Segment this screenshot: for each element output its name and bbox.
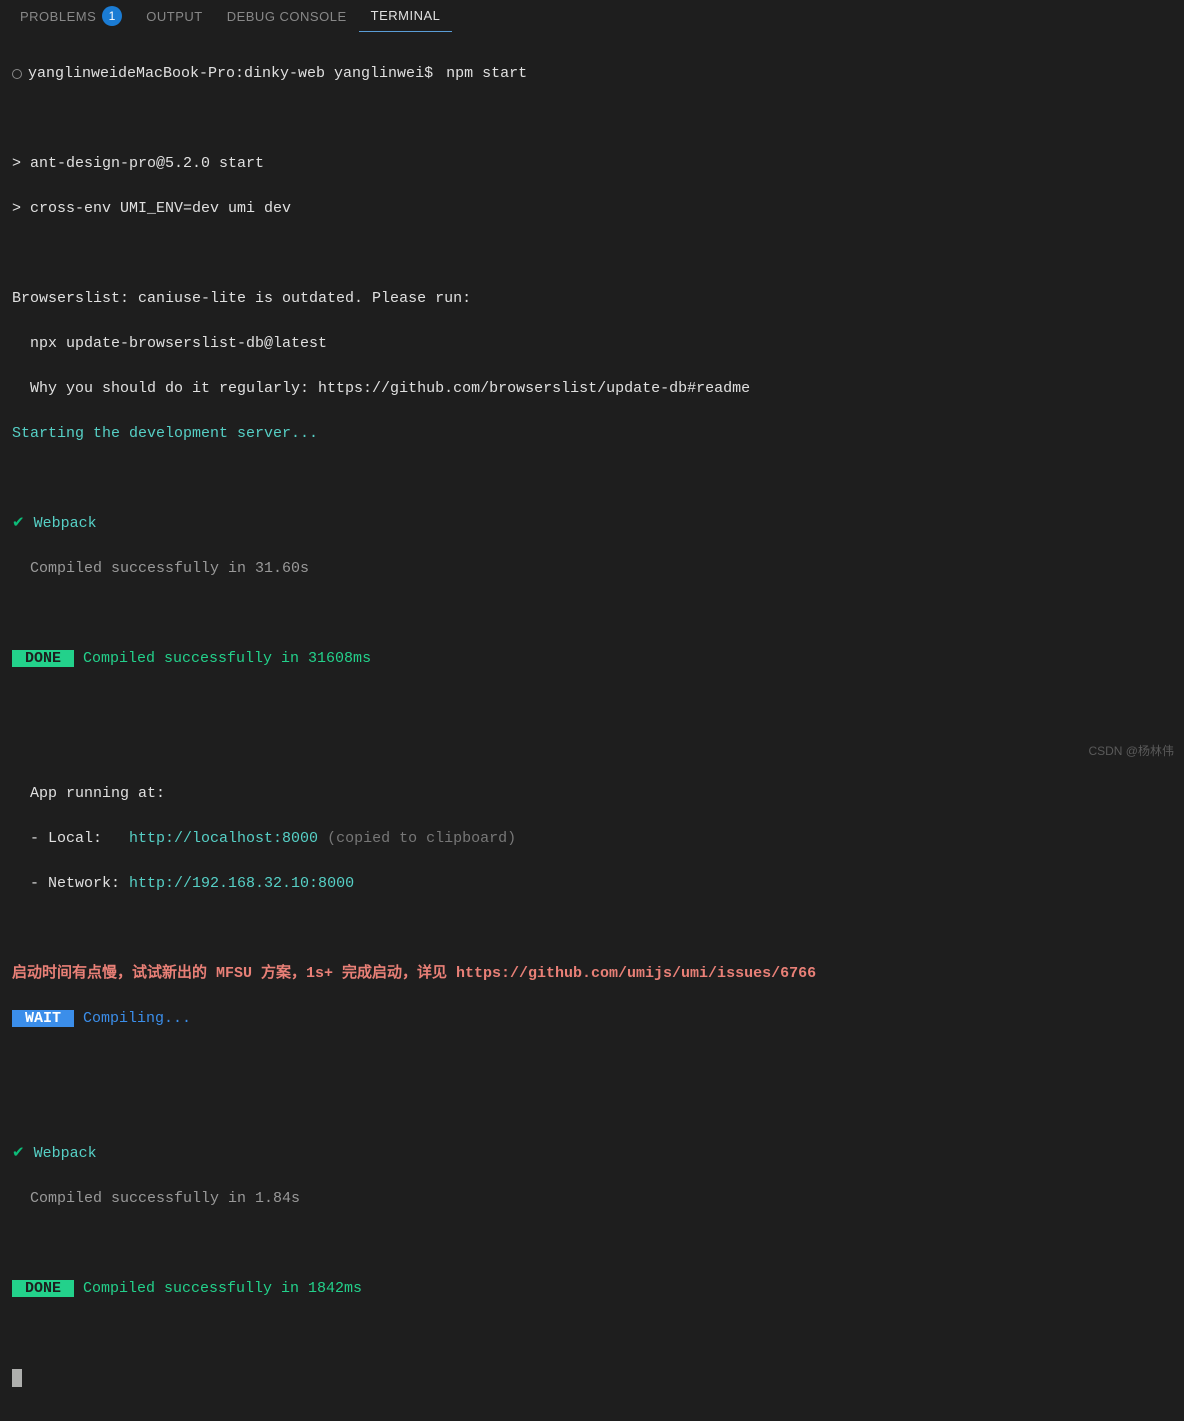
app-running: App running at:: [12, 783, 1172, 806]
check-icon: ✔: [12, 515, 25, 532]
tab-output[interactable]: OUTPUT: [134, 0, 214, 32]
panel-tab-bar: PROBLEMS 1 OUTPUT DEBUG CONSOLE TERMINAL: [0, 0, 1184, 32]
browserslist-line1: Browserslist: caniuse-lite is outdated. …: [12, 288, 1172, 311]
npm-script-2: > cross-env UMI_ENV=dev umi dev: [12, 198, 1172, 221]
compiling: Compiling...: [74, 1010, 191, 1027]
done-msg-1: Compiled successfully in 31608ms: [74, 650, 371, 667]
shell-command: npm start: [446, 63, 527, 86]
npm-script-1: > ant-design-pro@5.2.0 start: [12, 153, 1172, 176]
copied-clipboard: (copied to clipboard): [318, 830, 516, 847]
starting-server: Starting the development server...: [12, 423, 1172, 446]
shell-prompt: yanglinweideMacBook-Pro:dinky-web yangli…: [28, 63, 442, 86]
terminal-cursor: [12, 1369, 22, 1387]
compiled-time-1: Compiled successfully in 31.60s: [12, 558, 1172, 581]
tab-output-label: OUTPUT: [146, 9, 202, 24]
done-msg-2: Compiled successfully in 1842ms: [74, 1280, 362, 1297]
browserslist-line2: npx update-browserslist-db@latest: [12, 333, 1172, 356]
compiled-time-2: Compiled successfully in 1.84s: [12, 1188, 1172, 1211]
watermark: CSDN @杨林伟: [1088, 742, 1174, 759]
done-badge-1: DONE: [12, 650, 74, 667]
webpack-label-1: Webpack: [25, 515, 97, 532]
browserslist-line3: Why you should do it regularly: https://…: [12, 378, 1172, 401]
done-badge-2: DONE: [12, 1280, 74, 1297]
tab-terminal[interactable]: TERMINAL: [359, 0, 453, 32]
webpack-label-2: Webpack: [25, 1145, 97, 1162]
tab-debug-label: DEBUG CONSOLE: [227, 9, 347, 24]
check-icon-2: ✔: [12, 1145, 25, 1162]
wait-badge: WAIT: [12, 1010, 74, 1027]
tab-problems-label: PROBLEMS: [20, 9, 96, 24]
local-url: http://localhost:8000: [129, 830, 318, 847]
tab-problems[interactable]: PROBLEMS 1: [8, 0, 134, 32]
tab-debug-console[interactable]: DEBUG CONSOLE: [215, 0, 359, 32]
problems-badge: 1: [102, 6, 122, 26]
tab-terminal-label: TERMINAL: [371, 8, 441, 23]
network-url: http://192.168.32.10:8000: [129, 875, 354, 892]
local-label: - Local:: [12, 830, 129, 847]
network-label: - Network:: [12, 875, 129, 892]
mfsu-hint: 启动时间有点慢，试试新出的 MFSU 方案，1s+ 完成启动，详见 https:…: [12, 963, 1172, 986]
prompt-circle-icon: [12, 69, 22, 79]
terminal-output[interactable]: yanglinweideMacBook-Pro:dinky-web yangli…: [0, 32, 1184, 1421]
